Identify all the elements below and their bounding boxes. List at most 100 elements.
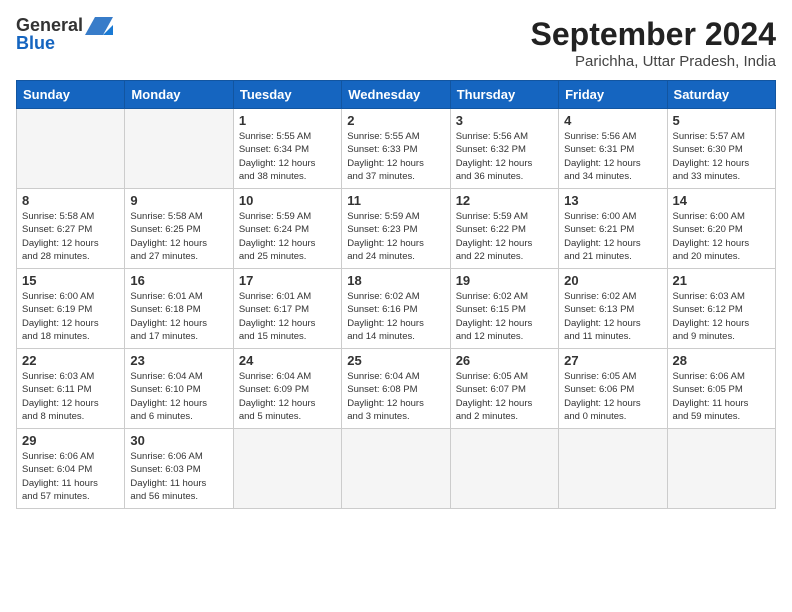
subtitle: Parichha, Uttar Pradesh, India [531,53,776,70]
day-info: Sunrise: 6:00 AMSunset: 6:20 PMDaylight:… [673,211,750,262]
day-number: 13 [564,193,661,208]
day-info: Sunrise: 5:57 AMSunset: 6:30 PMDaylight:… [673,131,750,182]
day-info: Sunrise: 6:02 AMSunset: 6:16 PMDaylight:… [347,291,424,342]
weekday-header: Wednesday [342,81,450,109]
day-number: 28 [673,353,770,368]
day-info: Sunrise: 6:05 AMSunset: 6:07 PMDaylight:… [456,371,533,422]
calendar-cell: 8Sunrise: 5:58 AMSunset: 6:27 PMDaylight… [17,189,125,269]
day-number: 5 [673,113,770,128]
day-info: Sunrise: 6:04 AMSunset: 6:08 PMDaylight:… [347,371,424,422]
day-number: 24 [239,353,336,368]
calendar-cell: 29 Sunrise: 6:06 AMSunset: 6:04 PMDayligh… [17,429,125,509]
day-info: Sunrise: 6:01 AMSunset: 6:18 PMDaylight:… [130,291,207,342]
calendar-cell: 12 Sunrise: 5:59 AMSunset: 6:22 PMDayligh… [450,189,558,269]
calendar-cell [559,429,667,509]
calendar-cell: 21 Sunrise: 6:03 AMSunset: 6:12 PMDayligh… [667,269,775,349]
day-info: Sunrise: 5:58 AMSunset: 6:25 PMDaylight:… [130,211,207,262]
day-number: 21 [673,273,770,288]
day-number: 30 [130,433,227,448]
day-info: Sunrise: 6:03 AMSunset: 6:11 PMDaylight:… [22,371,99,422]
calendar-cell: 25 Sunrise: 6:04 AMSunset: 6:08 PMDayligh… [342,349,450,429]
day-number: 25 [347,353,444,368]
calendar-cell: 30Sunrise: 6:06 AMSunset: 6:03 PMDayligh… [125,429,233,509]
calendar-week-row: 22 Sunrise: 6:03 AMSunset: 6:11 PMDayligh… [17,349,776,429]
day-number: 3 [456,113,553,128]
day-number: 10 [239,193,336,208]
day-info: Sunrise: 6:06 AMSunset: 6:04 PMDaylight:… [22,451,98,502]
day-number: 4 [564,113,661,128]
day-number: 19 [456,273,553,288]
calendar-cell: 13 Sunrise: 6:00 AMSunset: 6:21 PMDayligh… [559,189,667,269]
day-info: Sunrise: 6:02 AMSunset: 6:13 PMDaylight:… [564,291,641,342]
day-number: 9 [130,193,227,208]
day-number: 2 [347,113,444,128]
weekday-header: Friday [559,81,667,109]
calendar-cell: 17 Sunrise: 6:01 AMSunset: 6:17 PMDayligh… [233,269,341,349]
day-number: 17 [239,273,336,288]
calendar-cell: 24 Sunrise: 6:04 AMSunset: 6:09 PMDayligh… [233,349,341,429]
logo: General Blue [16,16,113,54]
weekday-header: Tuesday [233,81,341,109]
calendar-cell: 26 Sunrise: 6:05 AMSunset: 6:07 PMDayligh… [450,349,558,429]
calendar-cell [667,429,775,509]
calendar-cell: 27 Sunrise: 6:05 AMSunset: 6:06 PMDayligh… [559,349,667,429]
calendar-cell: 5 Sunrise: 5:57 AMSunset: 6:30 PMDaylight… [667,109,775,189]
day-info: Sunrise: 6:02 AMSunset: 6:15 PMDaylight:… [456,291,533,342]
calendar-cell: 4 Sunrise: 5:56 AMSunset: 6:31 PMDaylight… [559,109,667,189]
weekday-header-row: SundayMondayTuesdayWednesdayThursdayFrid… [17,81,776,109]
calendar-week-row: 8Sunrise: 5:58 AMSunset: 6:27 PMDaylight… [17,189,776,269]
day-info: Sunrise: 6:00 AMSunset: 6:21 PMDaylight:… [564,211,641,262]
day-info: Sunrise: 5:59 AMSunset: 6:22 PMDaylight:… [456,211,533,262]
calendar-cell: 3 Sunrise: 5:56 AMSunset: 6:32 PMDaylight… [450,109,558,189]
calendar-week-row: 1Sunrise: 5:55 AMSunset: 6:34 PMDaylight… [17,109,776,189]
day-number: 29 [22,433,119,448]
day-number: 12 [456,193,553,208]
day-info: Sunrise: 6:04 AMSunset: 6:09 PMDaylight:… [239,371,316,422]
calendar-cell: 11 Sunrise: 5:59 AMSunset: 6:23 PMDayligh… [342,189,450,269]
calendar-cell: 18 Sunrise: 6:02 AMSunset: 6:16 PMDayligh… [342,269,450,349]
calendar-cell: 2 Sunrise: 5:55 AMSunset: 6:33 PMDaylight… [342,109,450,189]
calendar-cell: 10Sunrise: 5:59 AMSunset: 6:24 PMDayligh… [233,189,341,269]
day-info: Sunrise: 5:56 AMSunset: 6:32 PMDaylight:… [456,131,533,182]
calendar-cell [233,429,341,509]
calendar-cell: 22 Sunrise: 6:03 AMSunset: 6:11 PMDayligh… [17,349,125,429]
day-info: Sunrise: 6:00 AMSunset: 6:19 PMDaylight:… [22,291,99,342]
day-number: 18 [347,273,444,288]
calendar-cell [342,429,450,509]
day-info: Sunrise: 6:03 AMSunset: 6:12 PMDaylight:… [673,291,750,342]
day-number: 1 [239,113,336,128]
calendar-cell: 19 Sunrise: 6:02 AMSunset: 6:15 PMDayligh… [450,269,558,349]
day-number: 23 [130,353,227,368]
calendar-cell: 16 Sunrise: 6:01 AMSunset: 6:18 PMDayligh… [125,269,233,349]
day-info: Sunrise: 6:01 AMSunset: 6:17 PMDaylight:… [239,291,316,342]
day-info: Sunrise: 5:56 AMSunset: 6:31 PMDaylight:… [564,131,641,182]
calendar-cell: 9 Sunrise: 5:58 AMSunset: 6:25 PMDaylight… [125,189,233,269]
weekday-header: Thursday [450,81,558,109]
page-header: General Blue September 2024 Parichha, Ut… [16,16,776,70]
day-info: Sunrise: 5:55 AMSunset: 6:33 PMDaylight:… [347,131,424,182]
calendar-cell [125,109,233,189]
calendar-cell: 28 Sunrise: 6:06 AMSunset: 6:05 PMDayligh… [667,349,775,429]
day-info: Sunrise: 5:59 AMSunset: 6:23 PMDaylight:… [347,211,424,262]
day-info: Sunrise: 6:05 AMSunset: 6:06 PMDaylight:… [564,371,641,422]
calendar-cell: 15Sunrise: 6:00 AMSunset: 6:19 PMDayligh… [17,269,125,349]
title-area: September 2024 Parichha, Uttar Pradesh, … [531,16,776,70]
weekday-header: Monday [125,81,233,109]
calendar-cell: 23Sunrise: 6:04 AMSunset: 6:10 PMDayligh… [125,349,233,429]
day-info: Sunrise: 5:58 AMSunset: 6:27 PMDaylight:… [22,211,99,262]
day-number: 27 [564,353,661,368]
calendar-cell [17,109,125,189]
calendar-cell: 20Sunrise: 6:02 AMSunset: 6:13 PMDayligh… [559,269,667,349]
day-info: Sunrise: 6:06 AMSunset: 6:05 PMDaylight:… [673,371,749,422]
calendar-cell: 14 Sunrise: 6:00 AMSunset: 6:20 PMDayligh… [667,189,775,269]
logo-blue: Blue [16,34,55,54]
day-number: 14 [673,193,770,208]
logo-shape-icon [85,17,113,35]
main-title: September 2024 [531,16,776,53]
day-number: 16 [130,273,227,288]
day-number: 11 [347,193,444,208]
calendar-table: SundayMondayTuesdayWednesdayThursdayFrid… [16,80,776,509]
day-number: 26 [456,353,553,368]
calendar-cell [450,429,558,509]
day-number: 22 [22,353,119,368]
